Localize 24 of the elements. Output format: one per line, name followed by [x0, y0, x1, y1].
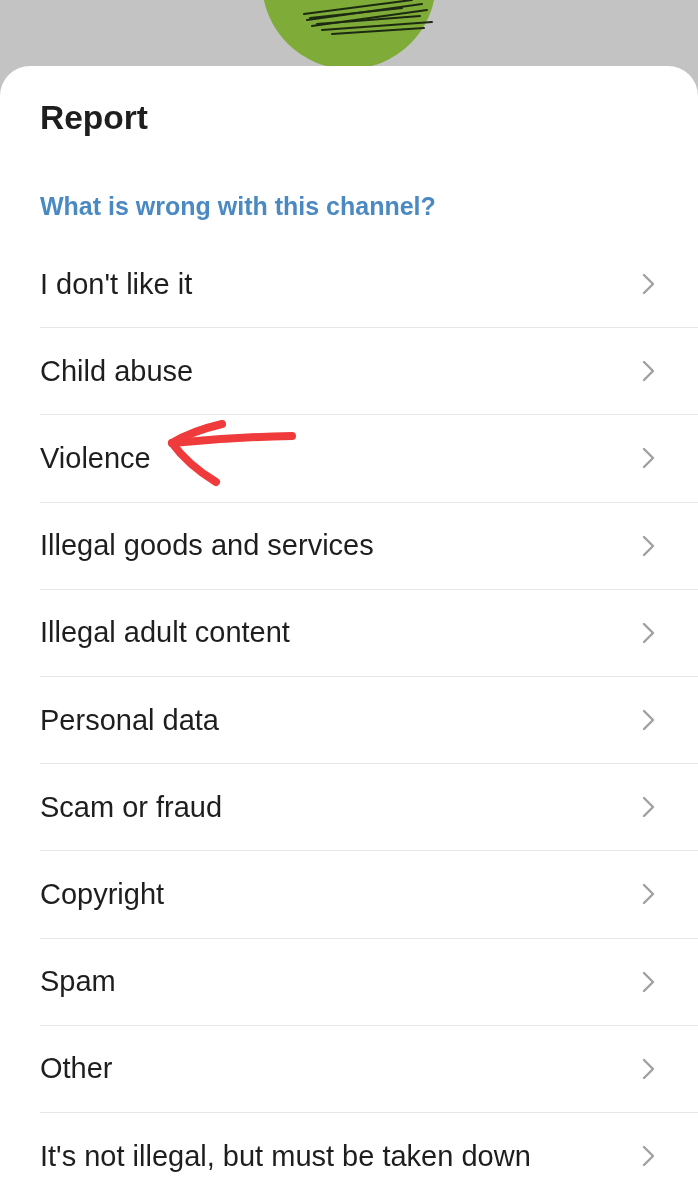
reason-item[interactable]: Scam or fraud [40, 764, 698, 851]
reason-item[interactable]: Other [40, 1025, 698, 1112]
chevron-right-icon [642, 534, 655, 557]
chevron-right-icon [642, 970, 655, 993]
chevron-right-icon [642, 1145, 655, 1168]
chevron-right-icon [642, 447, 655, 470]
reason-item[interactable]: Spam [40, 938, 698, 1025]
sheet-title: Report [40, 98, 148, 138]
chevron-right-icon [642, 709, 655, 732]
reason-item[interactable]: It's not illegal, but must be taken down [40, 1112, 698, 1200]
chevron-right-icon [642, 360, 655, 383]
chevron-right-icon [642, 273, 655, 296]
reason-item[interactable]: Violence [40, 415, 698, 502]
chevron-right-icon [642, 883, 655, 906]
chevron-right-icon [642, 796, 655, 819]
reason-item[interactable]: Child abuse [40, 328, 698, 415]
reason-item[interactable]: Personal data [40, 676, 698, 764]
reason-item[interactable]: Copyright [40, 851, 698, 938]
chevron-right-icon [642, 1057, 655, 1080]
reason-item[interactable]: Illegal goods and services [40, 502, 698, 589]
reason-item[interactable]: I don't like it [40, 241, 698, 328]
section-heading: What is wrong with this channel? [40, 191, 436, 221]
reason-item[interactable]: Illegal adult content [40, 589, 698, 676]
chevron-right-icon [642, 621, 655, 644]
